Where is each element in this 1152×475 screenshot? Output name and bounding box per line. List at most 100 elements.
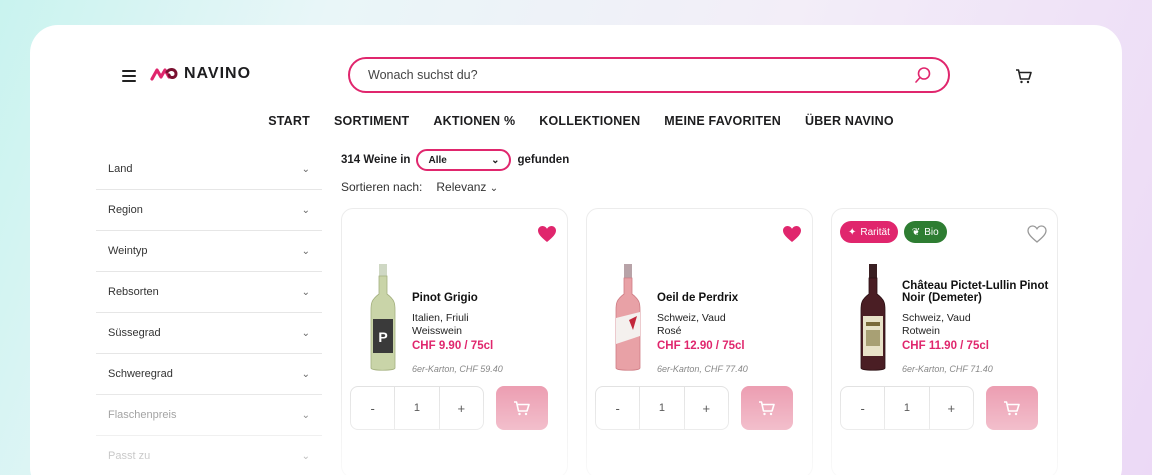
cart-icon[interactable] [1015, 68, 1033, 84]
sparkle-icon: ✦ [848, 226, 857, 238]
chevron-down-icon: ⌄ [301, 286, 310, 298]
bio-badge: ❦ Bio [903, 221, 947, 243]
results-count: 314 Weine in [341, 154, 411, 166]
chevron-down-icon: ⌄ [301, 368, 310, 380]
product-region: Italien, Friuli [412, 312, 469, 324]
chevron-down-icon: ⌄ [301, 163, 310, 175]
product-price: CHF 9.90 / 75cl [412, 340, 494, 352]
product-card[interactable]: Oeil de Perdrix Schweiz, Vaud Rosé CHF 1… [586, 208, 813, 475]
filter-label: Schweregrad [108, 368, 173, 380]
app-frame: NAVINO START SORTIMENT AKTIONEN % KOLLEK… [30, 25, 1122, 475]
nav-favoriten[interactable]: MEINE FAVORITEN [664, 114, 781, 128]
product-info: Château Pictet-Lullin Pinot Noir (Demete… [902, 280, 1052, 374]
svg-text:P: P [378, 329, 387, 345]
filter-label: Flaschenpreis [108, 409, 177, 421]
chevron-down-icon: ⌄ [301, 450, 310, 462]
cart-icon [1004, 401, 1020, 416]
sort-label: Sortieren nach: [341, 180, 423, 194]
chevron-down-icon: ⌄ [301, 409, 310, 421]
chevron-down-icon: ⌄ [491, 154, 500, 166]
search-icon[interactable] [914, 66, 932, 84]
heart-icon[interactable] [1027, 225, 1047, 243]
product-info: Pinot Grigio Italien, Friuli Weisswein C… [412, 292, 562, 374]
qty-value[interactable]: 1 [394, 387, 440, 429]
product-box-price: 6er-Karton, CHF 71.40 [902, 364, 993, 374]
add-to-cart-button[interactable] [741, 386, 793, 430]
search-bar[interactable] [348, 57, 950, 93]
chevron-down-icon: ⌄ [489, 183, 499, 194]
quantity-stepper: - 1 + [350, 386, 484, 430]
nav-kollektionen[interactable]: KOLLEKTIONEN [539, 114, 640, 128]
category-select[interactable]: Alle ⌄ [416, 149, 512, 171]
leaf-icon: ❦ [911, 226, 921, 238]
qty-minus-button[interactable]: - [351, 387, 394, 429]
product-price: CHF 11.90 / 75cl [902, 340, 989, 352]
product-region: Schweiz, Vaud [902, 312, 971, 324]
filter-label: Rebsorten [108, 286, 159, 298]
filter-suessegrad[interactable]: Süssegrad ⌄ [96, 313, 322, 354]
product-box-price: 6er-Karton, CHF 77.40 [657, 364, 748, 374]
product-region: Schweiz, Vaud [657, 312, 726, 324]
main-nav: START SORTIMENT AKTIONEN % KOLLEKTIONEN … [30, 114, 1122, 128]
product-price: CHF 12.90 / 75cl [657, 340, 745, 352]
search-input[interactable] [368, 68, 914, 82]
nav-aktionen[interactable]: AKTIONEN % [433, 114, 515, 128]
qty-plus-button[interactable]: + [685, 387, 728, 429]
qty-plus-button[interactable]: + [930, 387, 973, 429]
filter-flaschenpreis[interactable]: Flaschenpreis ⌄ [96, 395, 322, 436]
filter-weintyp[interactable]: Weintyp ⌄ [96, 231, 322, 272]
add-to-cart-button[interactable] [496, 386, 548, 430]
qty-plus-button[interactable]: + [440, 387, 483, 429]
heart-icon[interactable] [782, 225, 802, 243]
chevron-down-icon: ⌄ [301, 245, 310, 257]
filter-label: Weintyp [108, 245, 148, 257]
cart-icon [759, 401, 775, 416]
logo[interactable]: NAVINO [150, 65, 251, 83]
qty-minus-button[interactable]: - [841, 387, 884, 429]
nav-start[interactable]: START [268, 114, 310, 128]
menu-icon[interactable] [122, 70, 136, 82]
badge-label: Bio [924, 226, 939, 238]
sort-select[interactable]: Relevanz ⌄ [436, 180, 498, 194]
qty-minus-button[interactable]: - [596, 387, 639, 429]
filter-passt-zu[interactable]: Passt zu ⌄ [96, 436, 322, 475]
logo-icon [150, 68, 178, 81]
quantity-stepper: - 1 + [840, 386, 974, 430]
heart-icon[interactable] [537, 225, 557, 243]
product-type: Rotwein [902, 325, 940, 337]
product-name[interactable]: Château Pictet-Lullin Pinot Noir (Demete… [902, 280, 1052, 304]
qty-value[interactable]: 1 [639, 387, 685, 429]
results-header: 314 Weine in Alle ⌄ gefunden [341, 149, 569, 171]
rarity-badge: ✦ Rarität [840, 221, 898, 243]
qty-value[interactable]: 1 [884, 387, 930, 429]
product-type: Rosé [657, 325, 682, 337]
badge-label: Rarität [860, 226, 890, 238]
product-name[interactable]: Oeil de Perdrix [657, 292, 807, 304]
product-name[interactable]: Pinot Grigio [412, 292, 562, 304]
filter-label: Region [108, 204, 143, 216]
product-info: Oeil de Perdrix Schweiz, Vaud Rosé CHF 1… [657, 292, 807, 374]
filter-label: Passt zu [108, 450, 151, 462]
cart-icon [514, 401, 530, 416]
filter-label: Süssegrad [108, 327, 161, 339]
add-to-cart-button[interactable] [986, 386, 1038, 430]
wine-bottle-image [860, 264, 886, 371]
logo-text: NAVINO [184, 65, 252, 82]
product-card[interactable]: P Pinot Grigio Italien, Friuli Weisswein… [341, 208, 568, 475]
chevron-down-icon: ⌄ [301, 327, 310, 339]
sort-value: Relevanz [436, 180, 487, 194]
filter-label: Land [108, 163, 133, 175]
filter-schweregrad[interactable]: Schweregrad ⌄ [96, 354, 322, 395]
category-select-value: Alle [428, 154, 447, 166]
filter-land[interactable]: Land ⌄ [96, 149, 322, 190]
nav-sortiment[interactable]: SORTIMENT [334, 114, 409, 128]
product-card[interactable]: ✦ Rarität ❦ Bio Château Pictet-Lullin Pi… [831, 208, 1058, 475]
filter-region[interactable]: Region ⌄ [96, 190, 322, 231]
quantity-stepper: - 1 + [595, 386, 729, 430]
product-type: Weisswein [412, 325, 462, 337]
nav-ueber[interactable]: ÜBER NAVINO [805, 114, 894, 128]
sort-row: Sortieren nach: Relevanz ⌄ [341, 180, 498, 194]
wine-bottle-image [615, 264, 641, 371]
filter-rebsorten[interactable]: Rebsorten ⌄ [96, 272, 322, 313]
chevron-down-icon: ⌄ [301, 204, 310, 216]
